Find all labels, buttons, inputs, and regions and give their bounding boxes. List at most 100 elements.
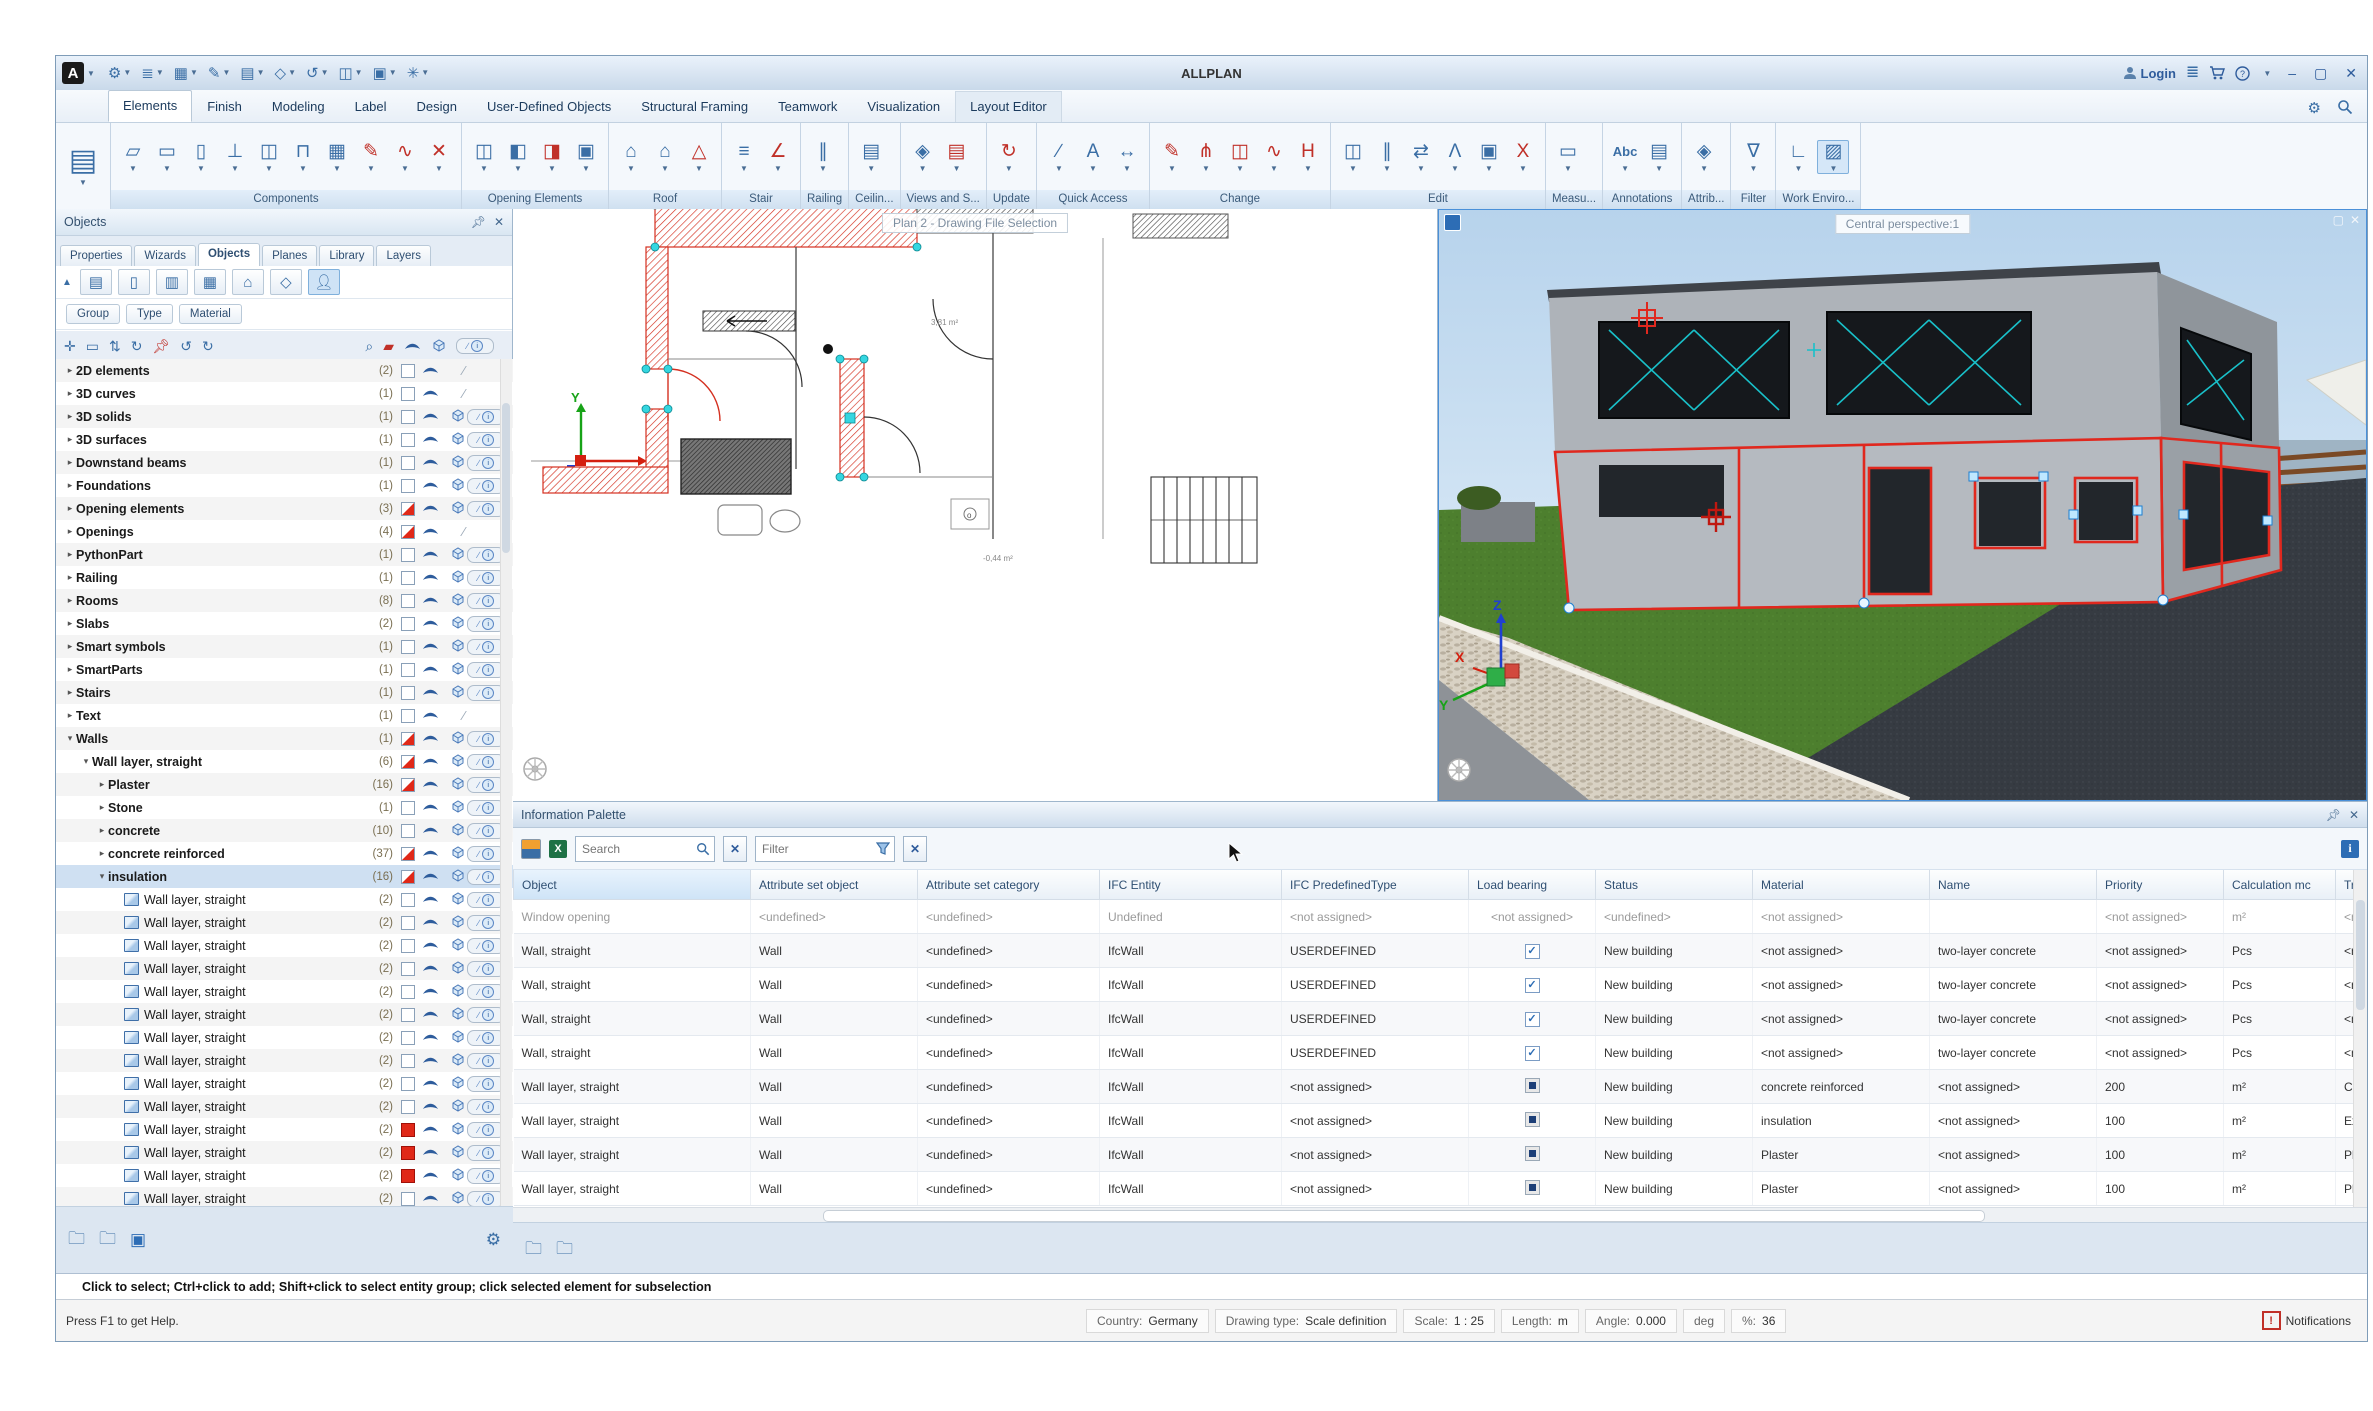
rotate-right-icon[interactable]: ↻ — [202, 338, 214, 355]
table-vertical-scrollbar[interactable] — [2353, 870, 2367, 1207]
selection-checkbox[interactable] — [401, 479, 415, 493]
selection-checkbox[interactable] — [401, 548, 415, 562]
cell-load-bearing[interactable] — [1469, 1070, 1596, 1104]
selection-checkbox[interactable] — [401, 985, 415, 999]
expand-arrow-icon[interactable]: ▸ — [96, 848, 108, 859]
visible-eye-icon[interactable] — [422, 1008, 439, 1022]
dropdown-caret-icon[interactable]: ▼ — [367, 164, 375, 173]
cell-ifc-predefinedtype[interactable]: USERDEFINED — [1282, 1002, 1469, 1036]
tree-row[interactable]: ▸Railing(1)∕i — [56, 566, 513, 589]
cube-3d-icon[interactable] — [450, 431, 465, 448]
login-button[interactable]: Login — [2123, 66, 2176, 81]
cell-attribute-set-object[interactable]: Wall — [751, 1138, 918, 1172]
shop-cart-icon[interactable] — [2209, 66, 2225, 80]
cell-load-bearing[interactable] — [1469, 1172, 1596, 1206]
sort-by-group-button[interactable]: Group — [66, 304, 120, 324]
tree-row[interactable]: ▸Plaster(16)∕i — [56, 773, 513, 796]
load-bearing-checkbox[interactable] — [1525, 1078, 1540, 1093]
cell-material[interactable]: insulation — [1753, 1104, 1930, 1138]
expand-arrow-icon[interactable]: ▸ — [96, 779, 108, 790]
panel-tab-wizards[interactable]: Wizards — [134, 245, 196, 266]
cell-object[interactable]: Wall layer, straight — [514, 1070, 751, 1104]
visible-eye-icon[interactable] — [422, 1031, 439, 1045]
sort-by-type-button[interactable]: Type — [126, 304, 173, 324]
selection-checkbox[interactable] — [401, 1100, 415, 1114]
clear-filter-button[interactable]: ✕ — [903, 836, 927, 862]
visible-eye-icon[interactable] — [422, 1100, 439, 1114]
drawing-file-icon[interactable]: ▥ — [156, 269, 188, 295]
cube-3d-icon[interactable] — [450, 1052, 465, 1069]
tree-row[interactable]: ▸3D surfaces(1)∕i — [56, 428, 513, 451]
selection-checkbox[interactable] — [401, 778, 415, 792]
settings-gear-icon[interactable]: ⚙ — [2308, 99, 2321, 1335]
building-structure-icon[interactable]: ▤ — [80, 269, 112, 295]
cell-priority[interactable]: 100 — [2097, 1172, 2224, 1206]
dropdown-caret-icon[interactable]: ▼ — [1123, 164, 1131, 173]
navigate-icon[interactable]: ✛ — [64, 338, 76, 355]
panel-tab-library[interactable]: Library — [319, 245, 374, 266]
cell-object[interactable]: Wall, straight — [514, 934, 751, 968]
panel-tab-properties[interactable]: Properties — [60, 245, 132, 266]
tree-row[interactable]: Wall layer, straight(2)∕i — [56, 888, 513, 911]
excel-export-icon[interactable]: X — [549, 840, 567, 858]
cell-attribute-set-object[interactable]: Wall — [751, 1002, 918, 1036]
cube-3d-icon[interactable] — [450, 546, 465, 563]
selection-checkbox[interactable] — [401, 1054, 415, 1068]
cube-3d-icon[interactable] — [450, 799, 465, 816]
lintel-icon[interactable]: ⊓▼ — [288, 141, 318, 173]
tree-row[interactable]: ▾Wall layer, straight(6)∕i — [56, 750, 513, 773]
tab-label[interactable]: Label — [340, 91, 402, 122]
cell-name[interactable]: <not assigned> — [1930, 1138, 2097, 1172]
view-close-button[interactable]: ✕ — [2350, 213, 2360, 227]
visible-eye-icon[interactable] — [422, 962, 439, 976]
expand-arrow-icon[interactable]: ▸ — [64, 572, 76, 583]
window-grid-icon[interactable]: ▦▼ — [174, 66, 201, 81]
cube-3d-icon[interactable] — [450, 891, 465, 908]
abc-icon[interactable]: Abc▼ — [1610, 141, 1640, 173]
cell-name[interactable]: <not assigned> — [1930, 1070, 2097, 1104]
dropdown-caret-icon[interactable]: ▼ — [1519, 164, 1527, 173]
expand-arrow-icon[interactable]: ▸ — [64, 526, 76, 537]
tree-row[interactable]: ▸3D curves(1)∕ — [56, 382, 513, 405]
cell-load-bearing[interactable]: ✓ — [1469, 1036, 1596, 1070]
cell-ifc-predefinedtype[interactable]: USERDEFINED — [1282, 934, 1469, 968]
tree-row[interactable]: Wall layer, straight(2)∕i — [56, 1095, 513, 1118]
expand-arrow-icon[interactable]: ▾ — [64, 733, 76, 744]
selection-checkbox[interactable] — [401, 663, 415, 677]
layer-grid-icon[interactable]: ▦ — [194, 269, 226, 295]
tree-row[interactable]: ▸2D elements(2)∕ — [56, 359, 513, 382]
undo-icon[interactable]: ↺▼ — [306, 66, 332, 81]
cell-name[interactable]: two-layer concrete — [1930, 1002, 2097, 1036]
cell-load-bearing[interactable]: ✓ — [1469, 968, 1596, 1002]
cell-object[interactable]: Wall, straight — [514, 1002, 751, 1036]
panel-tab-objects[interactable]: Objects — [198, 243, 260, 266]
wall-icon[interactable]: ▱▼ — [118, 141, 148, 173]
cell-priority[interactable]: <not assigned> — [2097, 1036, 2224, 1070]
cube-3d-icon[interactable] — [450, 684, 465, 701]
edit-slash-icon[interactable]: ∕ — [463, 524, 465, 539]
copy-icon[interactable]: ◫▼ — [1338, 141, 1368, 173]
cell-object[interactable]: Wall, straight — [514, 1036, 751, 1070]
tree-row[interactable]: ▸Stairs(1)∕i — [56, 681, 513, 704]
visible-eye-icon[interactable] — [422, 594, 439, 608]
close-panel-icon[interactable]: ✕ — [494, 215, 504, 229]
tree-row[interactable]: ▸concrete reinforced(37)∕i — [56, 842, 513, 865]
selection-checkbox[interactable] — [401, 962, 415, 976]
cell-attribute-set-category[interactable]: <undefined> — [918, 1104, 1100, 1138]
selection-checkbox[interactable] — [401, 939, 415, 953]
expand-arrow-icon[interactable]: ▾ — [96, 871, 108, 882]
cell-status[interactable]: New building — [1596, 934, 1753, 968]
dropdown-caret-icon[interactable]: ▼ — [740, 164, 748, 173]
dropdown-caret-icon[interactable]: ▼ — [401, 164, 409, 173]
dropdown-caret-icon[interactable]: ▼ — [1621, 164, 1629, 173]
cell-ifc-entity[interactable]: Undefined — [1100, 900, 1282, 934]
cell-material[interactable]: <not assigned> — [1753, 1002, 1930, 1036]
cell-name[interactable]: <not assigned> — [1930, 1172, 2097, 1206]
select-red-icon[interactable]: ▰ — [383, 338, 394, 355]
match-icon[interactable]: ▭ — [86, 338, 99, 355]
cube-3d-icon[interactable] — [450, 1075, 465, 1092]
convert-icon[interactable]: ✎▼ — [356, 141, 386, 173]
tab-visualization[interactable]: Visualization — [852, 91, 955, 122]
sloped-wall-icon[interactable]: ∿▼ — [390, 141, 420, 173]
cell-attribute-set-category[interactable]: <undefined> — [918, 934, 1100, 968]
